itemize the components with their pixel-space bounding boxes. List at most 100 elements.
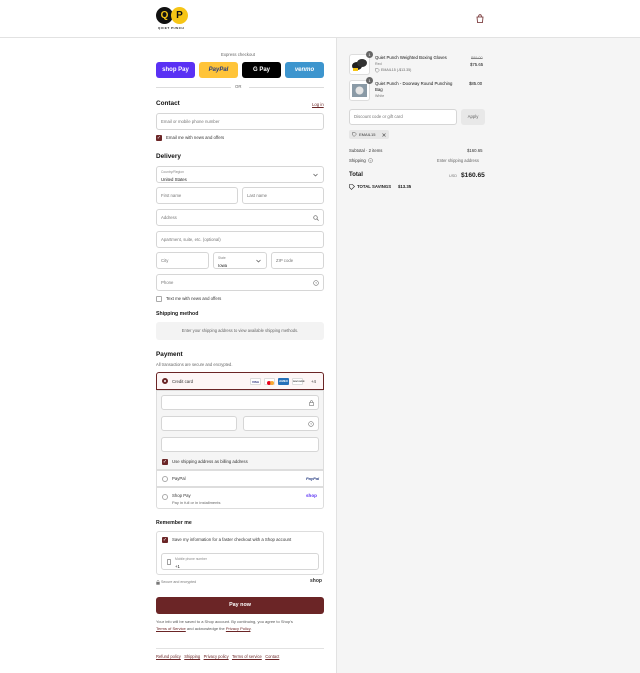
logo-text: QUIET PUNCH — [158, 26, 185, 30]
country-select[interactable]: Country/Region United States — [156, 166, 324, 183]
apartment-field[interactable]: Apartment, suite, etc. (optional) — [156, 231, 324, 248]
footer-divider — [156, 648, 324, 649]
security-code-field[interactable]: ? — [243, 416, 319, 431]
visa-card-icon: VISA — [250, 378, 261, 385]
paypal-radio[interactable] — [162, 476, 168, 482]
address-field[interactable]: Address — [156, 209, 324, 226]
pay-now-button[interactable]: Pay now — [156, 597, 324, 614]
privacy-policy-link[interactable]: Privacy Policy — [226, 626, 251, 631]
text-news-label: Text me with news and offers — [166, 296, 222, 301]
cart-item-discount: EMAIL15 (-$13.35) — [381, 68, 412, 72]
paypal-label: PayPal — [172, 476, 186, 481]
contact-link[interactable]: Contact — [265, 654, 279, 659]
payment-secure-note: All transactions are secure and encrypte… — [156, 362, 233, 367]
shop-pay-logo: shop — [306, 493, 317, 498]
more-cards-label: +4 — [311, 379, 316, 384]
cart-item-variant: White — [375, 94, 385, 98]
cart-item-variant: Red — [375, 62, 382, 66]
paypal-option[interactable]: PayPal PayPal — [156, 470, 324, 487]
discover-card-icon: DISCOVER — [292, 378, 304, 385]
billing-address-checkbox[interactable]: ✓ — [162, 459, 168, 465]
currency-label: USD — [449, 174, 458, 178]
state-value: Iowa — [218, 263, 228, 268]
expiration-date-field[interactable] — [161, 416, 237, 431]
help-icon[interactable]: ? — [308, 421, 314, 427]
cart-item-price: $85.00 — [469, 81, 483, 86]
mobile-phone-icon — [167, 559, 171, 565]
save-info-checkbox[interactable]: ✓ — [162, 537, 168, 543]
discount-code-field[interactable]: Discount code or gift card — [349, 109, 457, 125]
mobile-phone-value: +1 — [175, 564, 180, 569]
total-savings-value: $13.35 — [398, 184, 412, 189]
card-number-field[interactable] — [161, 395, 319, 410]
credit-card-option[interactable]: Credit card VISA AMEX DISCOVER +4 — [156, 372, 324, 390]
chevron-down-icon — [256, 259, 261, 263]
state-select[interactable]: State Iowa — [213, 252, 267, 269]
subtotal-value: $160.65 — [467, 148, 483, 153]
shopping-bag-icon[interactable] — [476, 14, 484, 23]
shop-pay-subtitle: Pay in full or in installments — [172, 500, 221, 505]
refund-policy-link[interactable]: Refund policy — [156, 654, 181, 659]
chevron-down-icon — [313, 173, 318, 177]
email-news-checkbox[interactable]: ✓ — [156, 135, 162, 141]
shipping-method-heading: Shipping method — [156, 311, 199, 317]
last-name-field[interactable]: Last name — [242, 187, 324, 204]
divider — [249, 87, 324, 88]
shipping-policy-link[interactable]: Shipping — [184, 654, 200, 659]
help-icon[interactable]: ? — [368, 158, 373, 163]
name-on-card-field[interactable] — [161, 437, 319, 452]
terms-of-service-link[interactable]: Terms of Service — [156, 626, 186, 631]
footer-links: Refund policy Shipping Privacy policy Te… — [156, 654, 279, 659]
payment-heading: Payment — [156, 351, 183, 358]
delivery-heading: Delivery — [156, 153, 181, 160]
secure-encrypted-note: Secure and encrypted — [161, 580, 197, 584]
remember-me-heading: Remember me — [156, 520, 192, 526]
terms-of-service-footer-link[interactable]: Terms of service — [232, 654, 262, 659]
address-placeholder: Address — [161, 215, 177, 220]
text-news-checkbox[interactable] — [156, 296, 162, 302]
lock-icon — [309, 400, 314, 406]
email-or-phone-field[interactable]: Email or mobile phone number — [156, 113, 324, 130]
help-icon[interactable]: ? — [313, 280, 319, 286]
tag-icon — [349, 184, 355, 190]
login-link[interactable]: Log in — [312, 102, 324, 107]
venmo-button[interactable]: venmo — [285, 62, 324, 78]
express-checkout-title: Express checkout — [221, 52, 255, 57]
quantity-badge: 1 — [366, 51, 373, 58]
shipping-label: Shipping — [349, 158, 366, 163]
google-pay-button[interactable]: G Pay — [242, 62, 281, 78]
boxing-gloves-image — [352, 59, 367, 71]
privacy-policy-footer-link[interactable]: Privacy policy — [204, 654, 229, 659]
shop-logo: shop — [310, 578, 322, 584]
paypal-button[interactable]: PayPal — [199, 62, 238, 78]
first-name-field[interactable]: First name — [156, 187, 238, 204]
mobile-phone-label: Mobile phone number — [175, 557, 207, 561]
amex-card-icon: AMEX — [278, 378, 289, 385]
card-details-panel: ? ✓ Use shipping address as billing addr… — [156, 390, 324, 470]
search-icon — [313, 215, 319, 221]
legal-text-end: . — [250, 625, 252, 631]
phone-field[interactable]: Phone ? — [156, 274, 324, 291]
lock-icon — [156, 580, 160, 585]
close-icon[interactable] — [382, 132, 386, 137]
phone-placeholder: Phone — [161, 280, 174, 285]
shop-pay-button[interactable]: shop Pay — [156, 62, 195, 78]
apply-button[interactable]: Apply — [461, 109, 485, 125]
total-value: $160.65 — [461, 172, 485, 179]
discount-tag: EMAIL15 — [349, 130, 389, 139]
shop-pay-radio[interactable] — [162, 494, 168, 500]
mobile-phone-field[interactable]: Mobile phone number +1 — [161, 553, 319, 570]
tag-icon — [352, 132, 357, 137]
tag-icon — [375, 68, 380, 73]
cart-item-name: Quiet Punch Weighted Boxing Gloves — [375, 55, 447, 60]
zip-code-field[interactable]: ZIP code — [271, 252, 324, 269]
shop-pay-option[interactable]: Shop Pay Pay in full or in installments … — [156, 487, 324, 509]
or-divider: OR — [235, 84, 242, 89]
cart-item-price: $75.65 — [470, 62, 484, 67]
credit-card-radio[interactable] — [162, 378, 168, 384]
cart-item-old-price: $89.00 — [471, 56, 483, 60]
shop-pay-label: Shop Pay — [172, 493, 191, 498]
remember-me-panel: ✓ Save my information for a faster check… — [156, 531, 324, 575]
store-logo[interactable]: Q P QUIET PUNCH — [156, 6, 190, 32]
city-field[interactable]: City — [156, 252, 209, 269]
